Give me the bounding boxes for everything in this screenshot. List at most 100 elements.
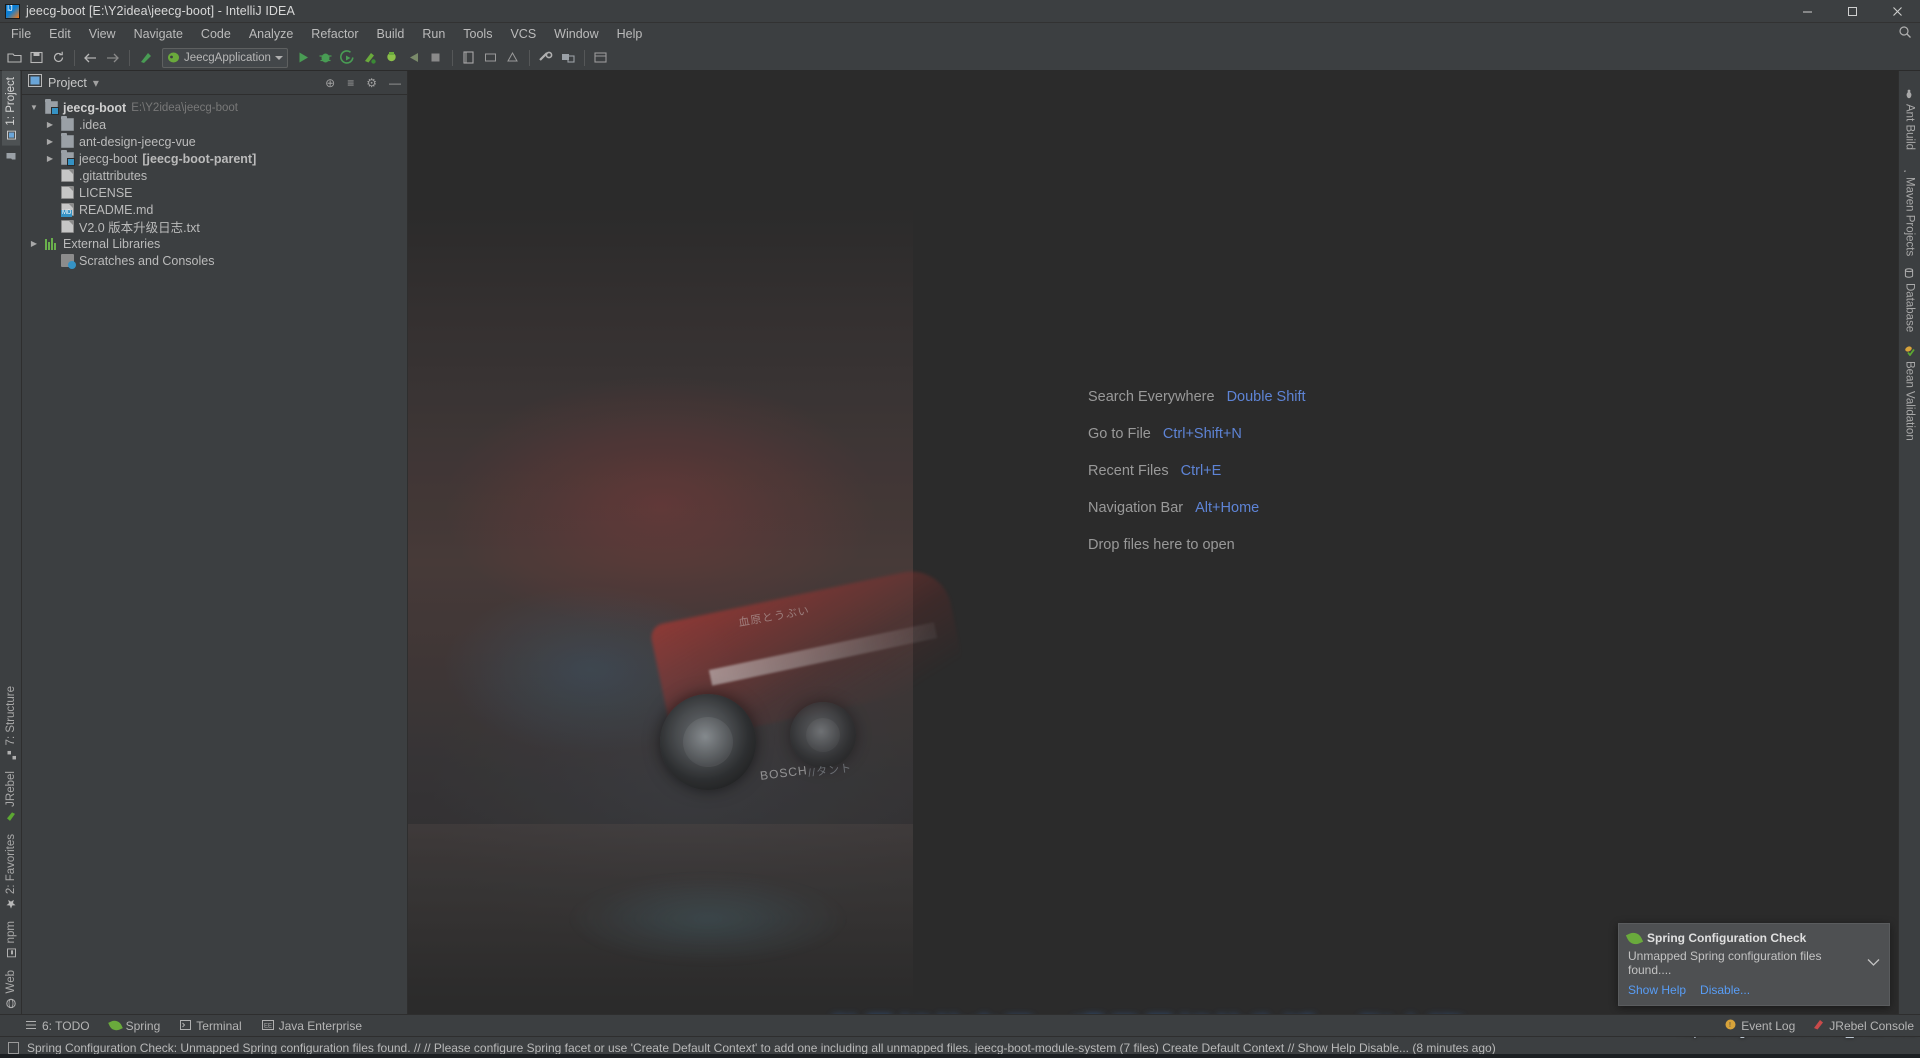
tree-item-upgrade-log[interactable]: V2.0 版本升级日志.txt (22, 218, 407, 235)
settings-gear-icon[interactable]: ⚙ (366, 77, 377, 89)
todo-icon (26, 1019, 37, 1033)
sidebar-item-web[interactable]: Web (2, 964, 20, 1014)
stop-icon[interactable] (426, 48, 446, 68)
tree-item-readme[interactable]: README.md (22, 201, 407, 218)
sidebar-item-project[interactable]: 1: Project (1, 71, 20, 146)
tool-window-event-log[interactable]: ! Event Log (1725, 1019, 1795, 1033)
chevron-down-icon[interactable]: ▾ (93, 77, 99, 89)
sidebar-item-maven-projects[interactable]: m Maven Projects (1899, 156, 1919, 262)
tool-window-jrebel-console[interactable]: JRebel Console (1813, 1019, 1914, 1033)
chevron-right-icon[interactable]: ▶ (44, 137, 56, 146)
toolbar-icon-extra2[interactable] (503, 48, 523, 68)
tree-item-gitattributes[interactable]: .gitattributes (22, 167, 407, 184)
menu-item-help[interactable]: Help (608, 25, 652, 43)
run-icon[interactable] (294, 48, 314, 68)
locate-icon[interactable]: ⊕ (325, 77, 335, 89)
toolbar-separator-2 (129, 49, 130, 66)
tree-item-scratches-and-consoles[interactable]: Scratches and Consoles (22, 252, 407, 269)
editor-area[interactable]: 血原とうぶい BOSCH //タント Search Everywhere Dou… (408, 71, 1898, 1014)
sidebar-item-ant-build[interactable]: Ant Build (1901, 83, 1919, 156)
tree-item-ant-design-jeecg-vue[interactable]: ▶ ant-design-jeecg-vue (22, 133, 407, 150)
search-everywhere-icon[interactable] (591, 48, 611, 68)
tree-item-idea[interactable]: ▶ .idea (22, 116, 407, 133)
menu-item-window[interactable]: Window (545, 25, 607, 43)
status-bar-message[interactable]: Spring Configuration Check: Unmapped Spr… (27, 1041, 1496, 1055)
tree-item-license[interactable]: LICENSE (22, 184, 407, 201)
notification-balloon[interactable]: Spring Configuration Check Unmapped Spri… (1618, 923, 1890, 1006)
welcome-shortcut-label: Ctrl+Shift+N (1162, 426, 1242, 442)
menu-item-file[interactable]: File (2, 25, 40, 43)
tool-window-java-enterprise[interactable]: EE Java Enterprise (261, 1019, 362, 1033)
welcome-shortcuts-list: Search Everywhere Double Shift Go to Fil… (1088, 389, 1306, 553)
minimize-button[interactable] (1785, 0, 1830, 23)
jrebel-icon (5, 812, 16, 822)
chevron-down-icon[interactable] (274, 55, 283, 60)
close-button[interactable] (1875, 0, 1920, 23)
right-tool-window-strip: Ant Build m Maven Projects Database Bean… (1898, 71, 1920, 1014)
debug-icon[interactable] (316, 48, 336, 68)
attach-debugger-icon[interactable] (382, 48, 402, 68)
project-structure-icon[interactable] (558, 48, 578, 68)
menu-item-tools[interactable]: Tools (454, 25, 501, 43)
run-configuration-selector[interactable]: JeecgApplication (162, 47, 288, 68)
sidebar-item-npm[interactable]: npm (2, 915, 20, 963)
sync-icon[interactable] (48, 48, 68, 68)
sidebar-item-structure-label: 7: Structure (4, 685, 17, 746)
tree-item-jeecg-boot-parent[interactable]: ▶ jeecg-boot [jeecg-boot-parent] (22, 150, 407, 167)
navigate-forward-icon[interactable] (103, 48, 123, 68)
menu-item-run[interactable]: Run (413, 25, 454, 43)
menu-item-edit[interactable]: Edit (40, 25, 80, 43)
chevron-down-icon[interactable] (1867, 956, 1880, 970)
menu-item-vcs[interactable]: VCS (501, 25, 545, 43)
sidebar-item-maven-label: Maven Projects (1903, 177, 1916, 257)
welcome-row-go-to-file[interactable]: Go to File Ctrl+Shift+N (1088, 426, 1306, 442)
tree-item-external-libraries[interactable]: ▶ External Libraries (22, 235, 407, 252)
sidebar-item-structure[interactable]: 7: Structure (2, 680, 20, 765)
menu-item-view[interactable]: View (80, 25, 125, 43)
sidebar-item-jrebel[interactable]: JRebel (2, 765, 20, 828)
message-icon[interactable] (8, 1041, 19, 1054)
update-project-icon[interactable] (136, 48, 156, 68)
chevron-right-icon[interactable]: ▶ (44, 154, 56, 163)
chevron-down-icon[interactable]: ▼ (28, 103, 40, 112)
profiler-icon[interactable] (360, 48, 380, 68)
tool-window-spring[interactable]: Spring (107, 1018, 160, 1033)
chevron-right-icon[interactable]: ▶ (44, 120, 56, 129)
open-folder-icon[interactable] (4, 48, 24, 68)
search-icon[interactable] (1898, 25, 1912, 44)
menu-item-code[interactable]: Code (192, 25, 240, 43)
settings-icon[interactable] (536, 48, 556, 68)
sdk-icon[interactable] (459, 48, 479, 68)
navigate-back-icon[interactable] (81, 48, 101, 68)
hide-icon[interactable]: — (389, 77, 401, 89)
sidebar-item-bean-validation[interactable]: Bean Validation (1901, 339, 1919, 447)
toolbar-separator-3 (451, 49, 453, 66)
tree-item-jeecg-boot-root[interactable]: ▼ jeecg-boot E:\Y2idea\jeecg-boot (22, 99, 407, 116)
disable-link[interactable]: Disable... (1700, 983, 1750, 997)
menu-item-navigate[interactable]: Navigate (125, 25, 192, 43)
sidebar-item-database[interactable]: Database (1901, 262, 1919, 338)
sidebar-item-favorites[interactable]: 2: Favorites (2, 828, 20, 915)
sidebar-item-folder[interactable] (2, 146, 19, 167)
chevron-right-icon[interactable]: ▶ (28, 239, 40, 248)
show-help-link[interactable]: Show Help (1628, 983, 1686, 997)
project-window-icon (28, 73, 42, 92)
maximize-button[interactable] (1830, 0, 1875, 23)
structure-icon (5, 750, 16, 760)
event-log-icon: ! (1725, 1019, 1736, 1033)
tool-window-terminal[interactable]: Terminal (180, 1019, 242, 1033)
run-with-coverage-icon[interactable] (338, 48, 358, 68)
build-project-icon[interactable] (404, 48, 424, 68)
toolbar-icon-extra1[interactable] (481, 48, 501, 68)
collapse-all-icon[interactable]: ≡ (347, 77, 354, 89)
menu-item-refactor[interactable]: Refactor (302, 25, 367, 43)
welcome-row-navigation-bar[interactable]: Navigation Bar Alt+Home (1088, 500, 1306, 516)
tool-window-todo[interactable]: 6: TODO (26, 1019, 90, 1033)
main-body: 1: Project 7: Structure JRebel 2: Favori… (0, 71, 1920, 1014)
welcome-row-search-everywhere[interactable]: Search Everywhere Double Shift (1088, 389, 1306, 405)
save-all-icon[interactable] (26, 48, 46, 68)
menu-item-build[interactable]: Build (368, 25, 414, 43)
welcome-row-recent-files[interactable]: Recent Files Ctrl+E (1088, 463, 1306, 479)
tree-item-label: Scratches and Consoles (79, 253, 215, 268)
menu-item-analyze[interactable]: Analyze (240, 25, 302, 43)
